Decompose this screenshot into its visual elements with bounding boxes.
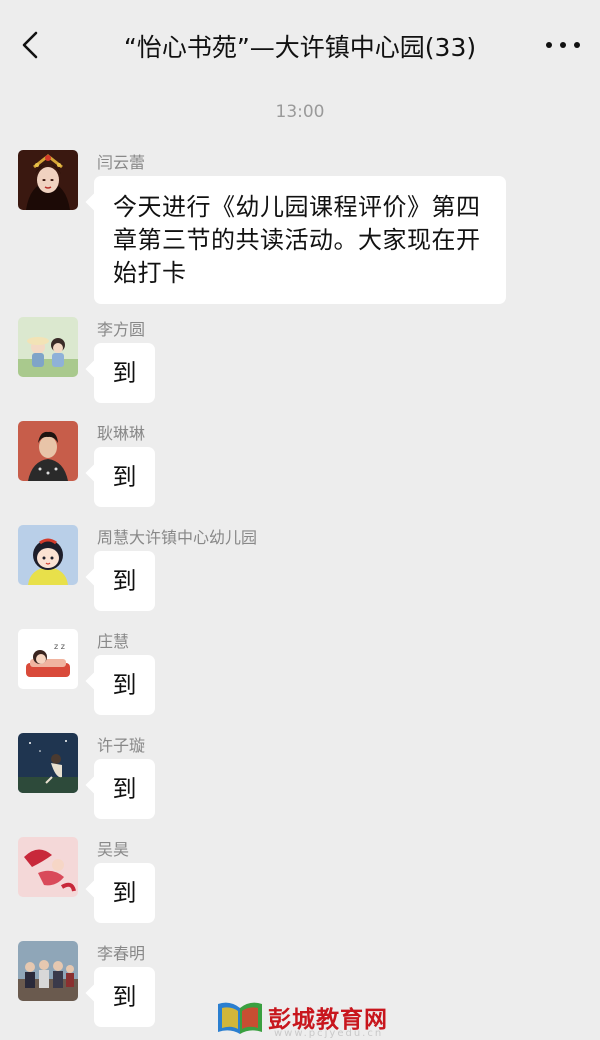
- message-text: 到: [112, 463, 137, 491]
- more-dots-icon: [546, 42, 580, 48]
- message-bubble[interactable]: 到: [94, 655, 155, 715]
- message-text: 到: [112, 567, 137, 595]
- avatar[interactable]: [18, 150, 78, 210]
- avatar-group-photo-icon: [18, 941, 78, 1001]
- message-text: 到: [112, 671, 137, 699]
- avatar-woman-headdress-icon: [18, 150, 78, 210]
- avatar-night-scene-icon: [18, 733, 78, 793]
- sender-name: 李春明: [97, 944, 146, 963]
- avatar[interactable]: [18, 525, 78, 585]
- message-text: 到: [112, 359, 137, 387]
- site-watermark: 彭城教育网 www.pcjyedu.cn: [216, 996, 391, 1040]
- message-text: 到: [112, 775, 137, 803]
- message-text: 到: [112, 983, 137, 1011]
- sender-name: 耿琳琳: [97, 424, 146, 443]
- avatar[interactable]: [18, 941, 78, 1001]
- message-text: 到: [112, 879, 137, 907]
- message-bubble[interactable]: 到: [94, 967, 155, 1027]
- sender-name: 周慧大许镇中心幼儿园: [97, 528, 258, 547]
- back-button[interactable]: [12, 20, 52, 70]
- avatar[interactable]: [18, 317, 78, 377]
- message-text: 今天进行《幼儿园课程评价》第四章第三节的共读活动。大家现在开始打卡: [113, 193, 481, 287]
- avatar[interactable]: [18, 733, 78, 793]
- message-bubble[interactable]: 今天进行《幼儿园课程评价》第四章第三节的共读活动。大家现在开始打卡: [94, 176, 506, 304]
- message-bubble[interactable]: 到: [94, 759, 155, 819]
- avatar[interactable]: z z: [18, 629, 78, 689]
- avatar[interactable]: [18, 421, 78, 481]
- message-bubble[interactable]: 到: [94, 863, 155, 923]
- open-book-logo-icon: [218, 1002, 262, 1034]
- avatar-man-portrait-icon: [18, 421, 78, 481]
- avatar-mermaid-icon: [18, 837, 78, 897]
- sender-name: 庄慧: [97, 632, 130, 651]
- more-button[interactable]: [536, 20, 590, 70]
- chat-title: “怡心书苑”—大许镇中心园(33): [123, 33, 477, 62]
- avatar-cartoon-kids-icon: [18, 317, 78, 377]
- sender-name: 许子璇: [97, 736, 146, 755]
- message-timestamp: 13:00: [275, 102, 325, 122]
- message-bubble[interactable]: 到: [94, 551, 155, 611]
- message-bubble[interactable]: 到: [94, 343, 155, 403]
- avatar[interactable]: [18, 837, 78, 897]
- sender-name: 吴昊: [97, 840, 130, 859]
- avatar-cartoon-girl-icon: [18, 525, 78, 585]
- svg-text:z z: z z: [54, 642, 65, 651]
- avatar-sleeping-girl-icon: z z: [18, 629, 78, 689]
- message-bubble[interactable]: 到: [94, 447, 155, 507]
- chevron-left-icon: [22, 31, 38, 59]
- chat-header: “怡心书苑”—大许镇中心园(33): [0, 0, 600, 90]
- watermark-url: www.pcjyedu.cn: [274, 1028, 384, 1039]
- sender-name: 李方圆: [97, 320, 146, 339]
- sender-name: 闫云蕾: [97, 153, 146, 172]
